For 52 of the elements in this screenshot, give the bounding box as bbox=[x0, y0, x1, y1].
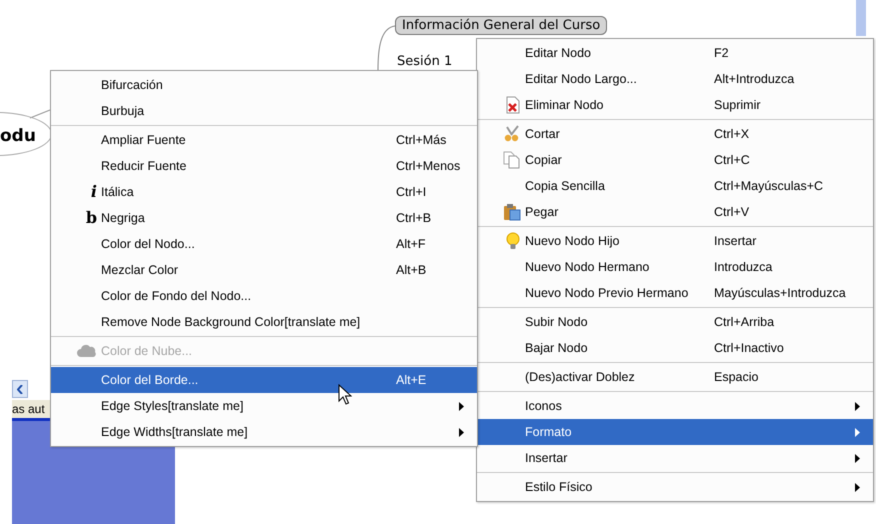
menu-item[interactable]: Color del Borde... Alt+E bbox=[51, 367, 477, 393]
menu-item[interactable]: Subir Nodo Ctrl+Arriba bbox=[477, 309, 873, 335]
chevron-left-icon bbox=[17, 384, 23, 394]
submenu-arrow-icon bbox=[459, 428, 464, 436]
menu-item[interactable]: Estilo Físico bbox=[477, 474, 873, 500]
menu-item[interactable]: Formato bbox=[477, 419, 873, 445]
menu-item[interactable]: Edge Styles[translate me] bbox=[51, 393, 477, 419]
menu-item[interactable]: Nuevo Nodo Hermano Introduzca bbox=[477, 254, 873, 280]
menu-item[interactable]: Color de Fondo del Nodo... bbox=[51, 283, 477, 309]
light-bulb-icon bbox=[505, 232, 521, 250]
submenu-arrow-icon bbox=[855, 482, 860, 492]
submenu-arrow-icon bbox=[855, 454, 860, 462]
bold-icon: b bbox=[86, 210, 97, 226]
menu-item[interactable]: Color del Nodo... Alt+F bbox=[51, 231, 477, 257]
menu-item[interactable]: Eliminar Nodo Suprimir bbox=[477, 92, 873, 118]
menu-item[interactable]: Nuevo Nodo Previo Hermano Mayúsculas+Introduzca bbox=[477, 280, 873, 306]
menu-item[interactable]: Cortar Ctrl+X bbox=[477, 121, 873, 147]
menu-item[interactable]: Bajar Nodo Ctrl+Inactivo bbox=[477, 335, 873, 361]
submenu-arrow-icon bbox=[855, 428, 860, 436]
scroll-left-button[interactable] bbox=[12, 380, 28, 398]
menu-item[interactable]: Copia Sencilla Ctrl+Mayúsculas+C bbox=[477, 173, 873, 199]
mind-map-node[interactable]: Sesión 1 bbox=[397, 54, 452, 69]
cloud-icon bbox=[77, 344, 97, 358]
menu-item[interactable]: i Itálica Ctrl+I bbox=[51, 179, 477, 205]
menu-item[interactable]: (Des)activar Doblez Espacio bbox=[477, 364, 873, 390]
menu-item[interactable]: Reducir Fuente Ctrl+Menos bbox=[51, 153, 477, 179]
mouse-cursor-icon bbox=[338, 384, 352, 406]
status-text: as aut bbox=[12, 402, 45, 416]
menu-item[interactable]: Copiar Ctrl+C bbox=[477, 147, 873, 173]
scrollbar-thumb[interactable] bbox=[856, 0, 866, 36]
mind-map-node[interactable]: Información General del Curso bbox=[395, 16, 608, 35]
menu-item[interactable]: Ampliar Fuente Ctrl+Más bbox=[51, 127, 477, 153]
menu-item[interactable]: b Negriga Ctrl+B bbox=[51, 205, 477, 231]
menu-item[interactable]: Edge Widths[translate me] bbox=[51, 419, 477, 445]
page-with-x-icon bbox=[505, 96, 521, 114]
submenu-arrow-icon bbox=[855, 402, 860, 410]
menu-item[interactable]: Bifurcación bbox=[51, 72, 477, 98]
copy-pages-icon bbox=[503, 151, 521, 169]
menu-item[interactable]: Mezclar Color Alt+B bbox=[51, 257, 477, 283]
clipboard-icon bbox=[503, 203, 521, 221]
submenu-arrow-icon bbox=[459, 402, 464, 410]
menu-item[interactable]: Nuevo Nodo Hijo Insertar bbox=[477, 228, 873, 254]
scissors-icon bbox=[503, 125, 521, 143]
menu-item[interactable]: Insertar bbox=[477, 445, 873, 471]
mind-map-node[interactable]: odu bbox=[0, 126, 36, 146]
italic-icon: i bbox=[90, 184, 97, 200]
menu-item[interactable]: Pegar Ctrl+V bbox=[477, 199, 873, 225]
menu-item[interactable]: Editar Nodo F2 bbox=[477, 40, 873, 66]
menu-item[interactable]: Burbuja bbox=[51, 98, 477, 124]
menu-item[interactable]: Editar Nodo Largo... Alt+Introduzca bbox=[477, 66, 873, 92]
menu-item[interactable]: Remove Node Background Color[translate me] bbox=[51, 309, 477, 335]
menu-item[interactable]: Iconos bbox=[477, 393, 873, 419]
